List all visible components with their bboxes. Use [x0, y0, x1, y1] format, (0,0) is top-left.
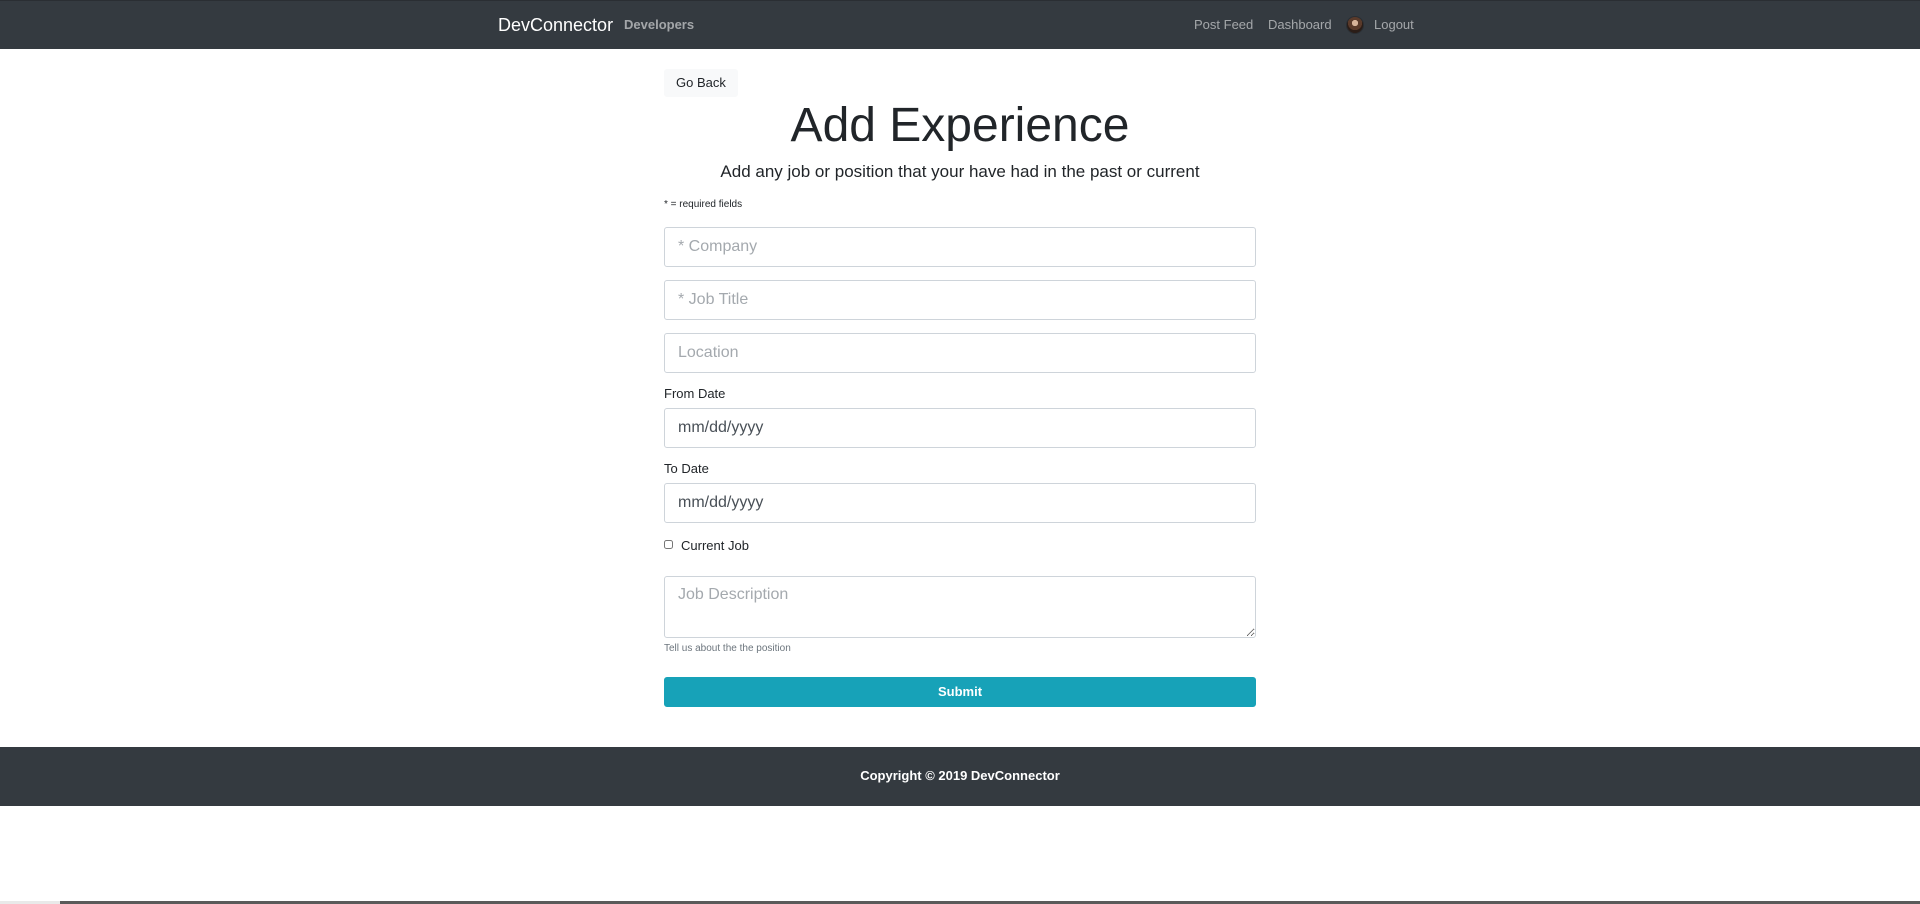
page-title: Add Experience [790, 99, 1130, 152]
nav-developers-link[interactable]: Developers [624, 17, 694, 33]
description-help-text: Tell us about the the position [664, 643, 791, 654]
job-description-textarea[interactable] [664, 576, 1256, 638]
current-job-label[interactable]: Current Job [681, 538, 749, 554]
submit-button[interactable]: Submit [664, 677, 1256, 707]
avatar [1346, 16, 1364, 34]
brand-link[interactable]: DevConnector [498, 14, 613, 36]
current-job-checkbox[interactable] [664, 540, 673, 549]
nav-post-feed-link[interactable]: Post Feed [1194, 17, 1253, 33]
footer: Copyright © 2019 DevConnector [0, 747, 1920, 806]
from-date-input[interactable] [664, 408, 1256, 448]
logout-label: Logout [1374, 17, 1414, 32]
nav-dashboard-link[interactable]: Dashboard [1268, 17, 1332, 33]
page-lead: Add any job or position that your have h… [720, 162, 1200, 181]
location-input[interactable] [664, 333, 1256, 373]
to-date-label: To Date [664, 461, 709, 476]
logout-link[interactable]: Logout [1346, 15, 1414, 35]
required-fields-note: * = required fields [664, 199, 743, 210]
company-input[interactable] [664, 227, 1256, 267]
footer-copyright: Copyright © 2019 DevConnector [860, 768, 1060, 783]
to-date-input[interactable] [664, 483, 1256, 523]
go-back-button[interactable]: Go Back [664, 69, 738, 97]
navbar: DevConnector Developers Post Feed Dashbo… [0, 0, 1920, 49]
from-date-label: From Date [664, 386, 726, 401]
job-title-input[interactable] [664, 280, 1256, 320]
